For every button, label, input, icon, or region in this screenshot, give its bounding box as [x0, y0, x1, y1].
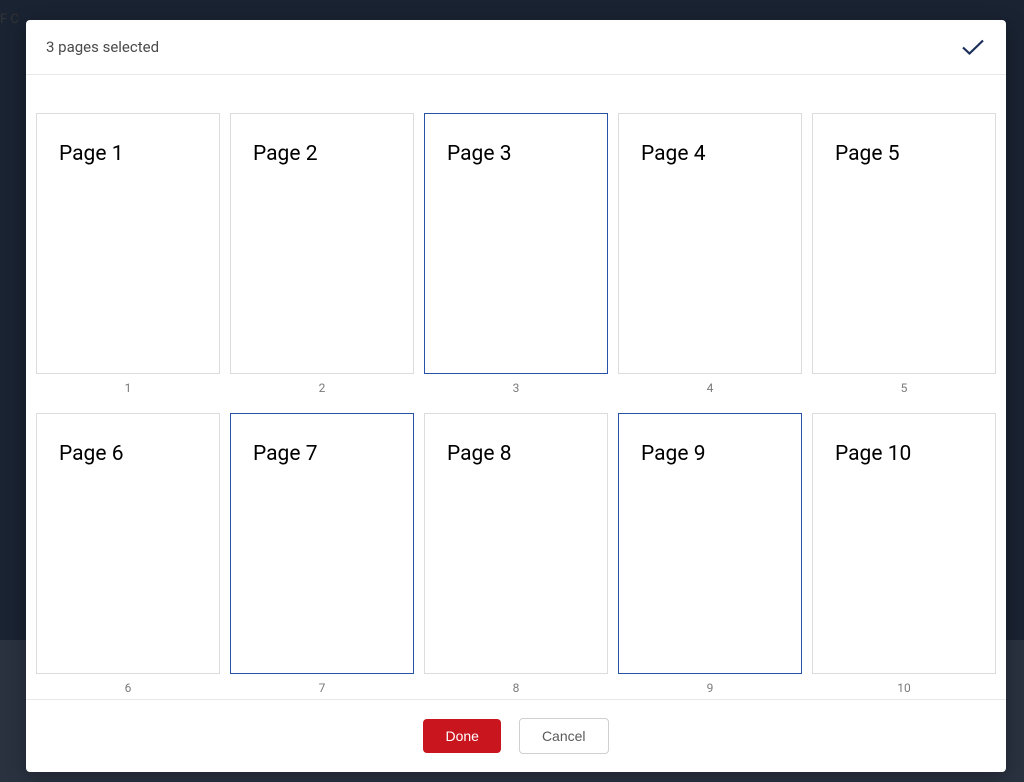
- page-item: Page 6 6: [36, 413, 220, 695]
- page-number-label: 9: [707, 681, 714, 695]
- page-thumbnail[interactable]: Page 1: [36, 113, 220, 374]
- page-thumbnail-label: Page 10: [835, 442, 977, 466]
- page-thumbnail[interactable]: Page 8: [424, 413, 608, 674]
- pages-grid: Page 11Page 22Page 33Page 44Page 55Page …: [36, 113, 996, 695]
- page-item: Page 10 10: [812, 413, 996, 695]
- background-app-text: F C: [0, 12, 19, 27]
- page-thumbnail-label: Page 5: [835, 142, 977, 166]
- page-thumbnail[interactable]: Page 9: [618, 413, 802, 674]
- page-number-label: 6: [125, 681, 132, 695]
- page-thumbnail[interactable]: Page 10: [812, 413, 996, 674]
- confirm-check-icon[interactable]: [960, 34, 986, 60]
- page-thumbnail-label: Page 2: [253, 142, 395, 166]
- page-item: Page 3 3: [424, 113, 608, 395]
- page-thumbnail[interactable]: Page 7: [230, 413, 414, 674]
- page-item: Page 5 5: [812, 113, 996, 395]
- page-item: Page 8 8: [424, 413, 608, 695]
- page-thumbnail-label: Page 8: [447, 442, 589, 466]
- modal-body: Page 11Page 22Page 33Page 44Page 55Page …: [26, 75, 1006, 699]
- page-item: Page 4 4: [618, 113, 802, 395]
- page-number-label: 4: [707, 381, 714, 395]
- modal-header: 3 pages selected: [26, 20, 1006, 75]
- page-number-label: 10: [897, 681, 911, 695]
- modal-footer: Done Cancel: [26, 699, 1006, 772]
- page-thumbnail-label: Page 9: [641, 442, 783, 466]
- done-button[interactable]: Done: [423, 719, 500, 753]
- page-thumbnail-label: Page 6: [59, 442, 201, 466]
- page-item: Page 2 2: [230, 113, 414, 395]
- page-number-label: 2: [319, 381, 326, 395]
- selection-count-label: 3 pages selected: [46, 38, 159, 56]
- page-thumbnail[interactable]: Page 3: [424, 113, 608, 374]
- page-number-label: 8: [513, 681, 520, 695]
- page-number-label: 7: [319, 681, 326, 695]
- page-number-label: 1: [125, 381, 132, 395]
- page-item: Page 7 7: [230, 413, 414, 695]
- page-number-label: 3: [513, 381, 520, 395]
- page-thumbnail[interactable]: Page 6: [36, 413, 220, 674]
- page-thumbnail-label: Page 1: [59, 142, 201, 166]
- page-thumbnail[interactable]: Page 4: [618, 113, 802, 374]
- page-number-label: 5: [901, 381, 908, 395]
- page-thumbnail[interactable]: Page 5: [812, 113, 996, 374]
- page-item: Page 9 9: [618, 413, 802, 695]
- page-thumbnail[interactable]: Page 2: [230, 113, 414, 374]
- page-selector-modal: 3 pages selected Page 11Page 22Page 33Pa…: [26, 20, 1006, 772]
- cancel-button[interactable]: Cancel: [519, 718, 609, 754]
- page-thumbnail-label: Page 3: [447, 142, 589, 166]
- page-item: Page 1 1: [36, 113, 220, 395]
- page-thumbnail-label: Page 7: [253, 442, 395, 466]
- page-thumbnail-label: Page 4: [641, 142, 783, 166]
